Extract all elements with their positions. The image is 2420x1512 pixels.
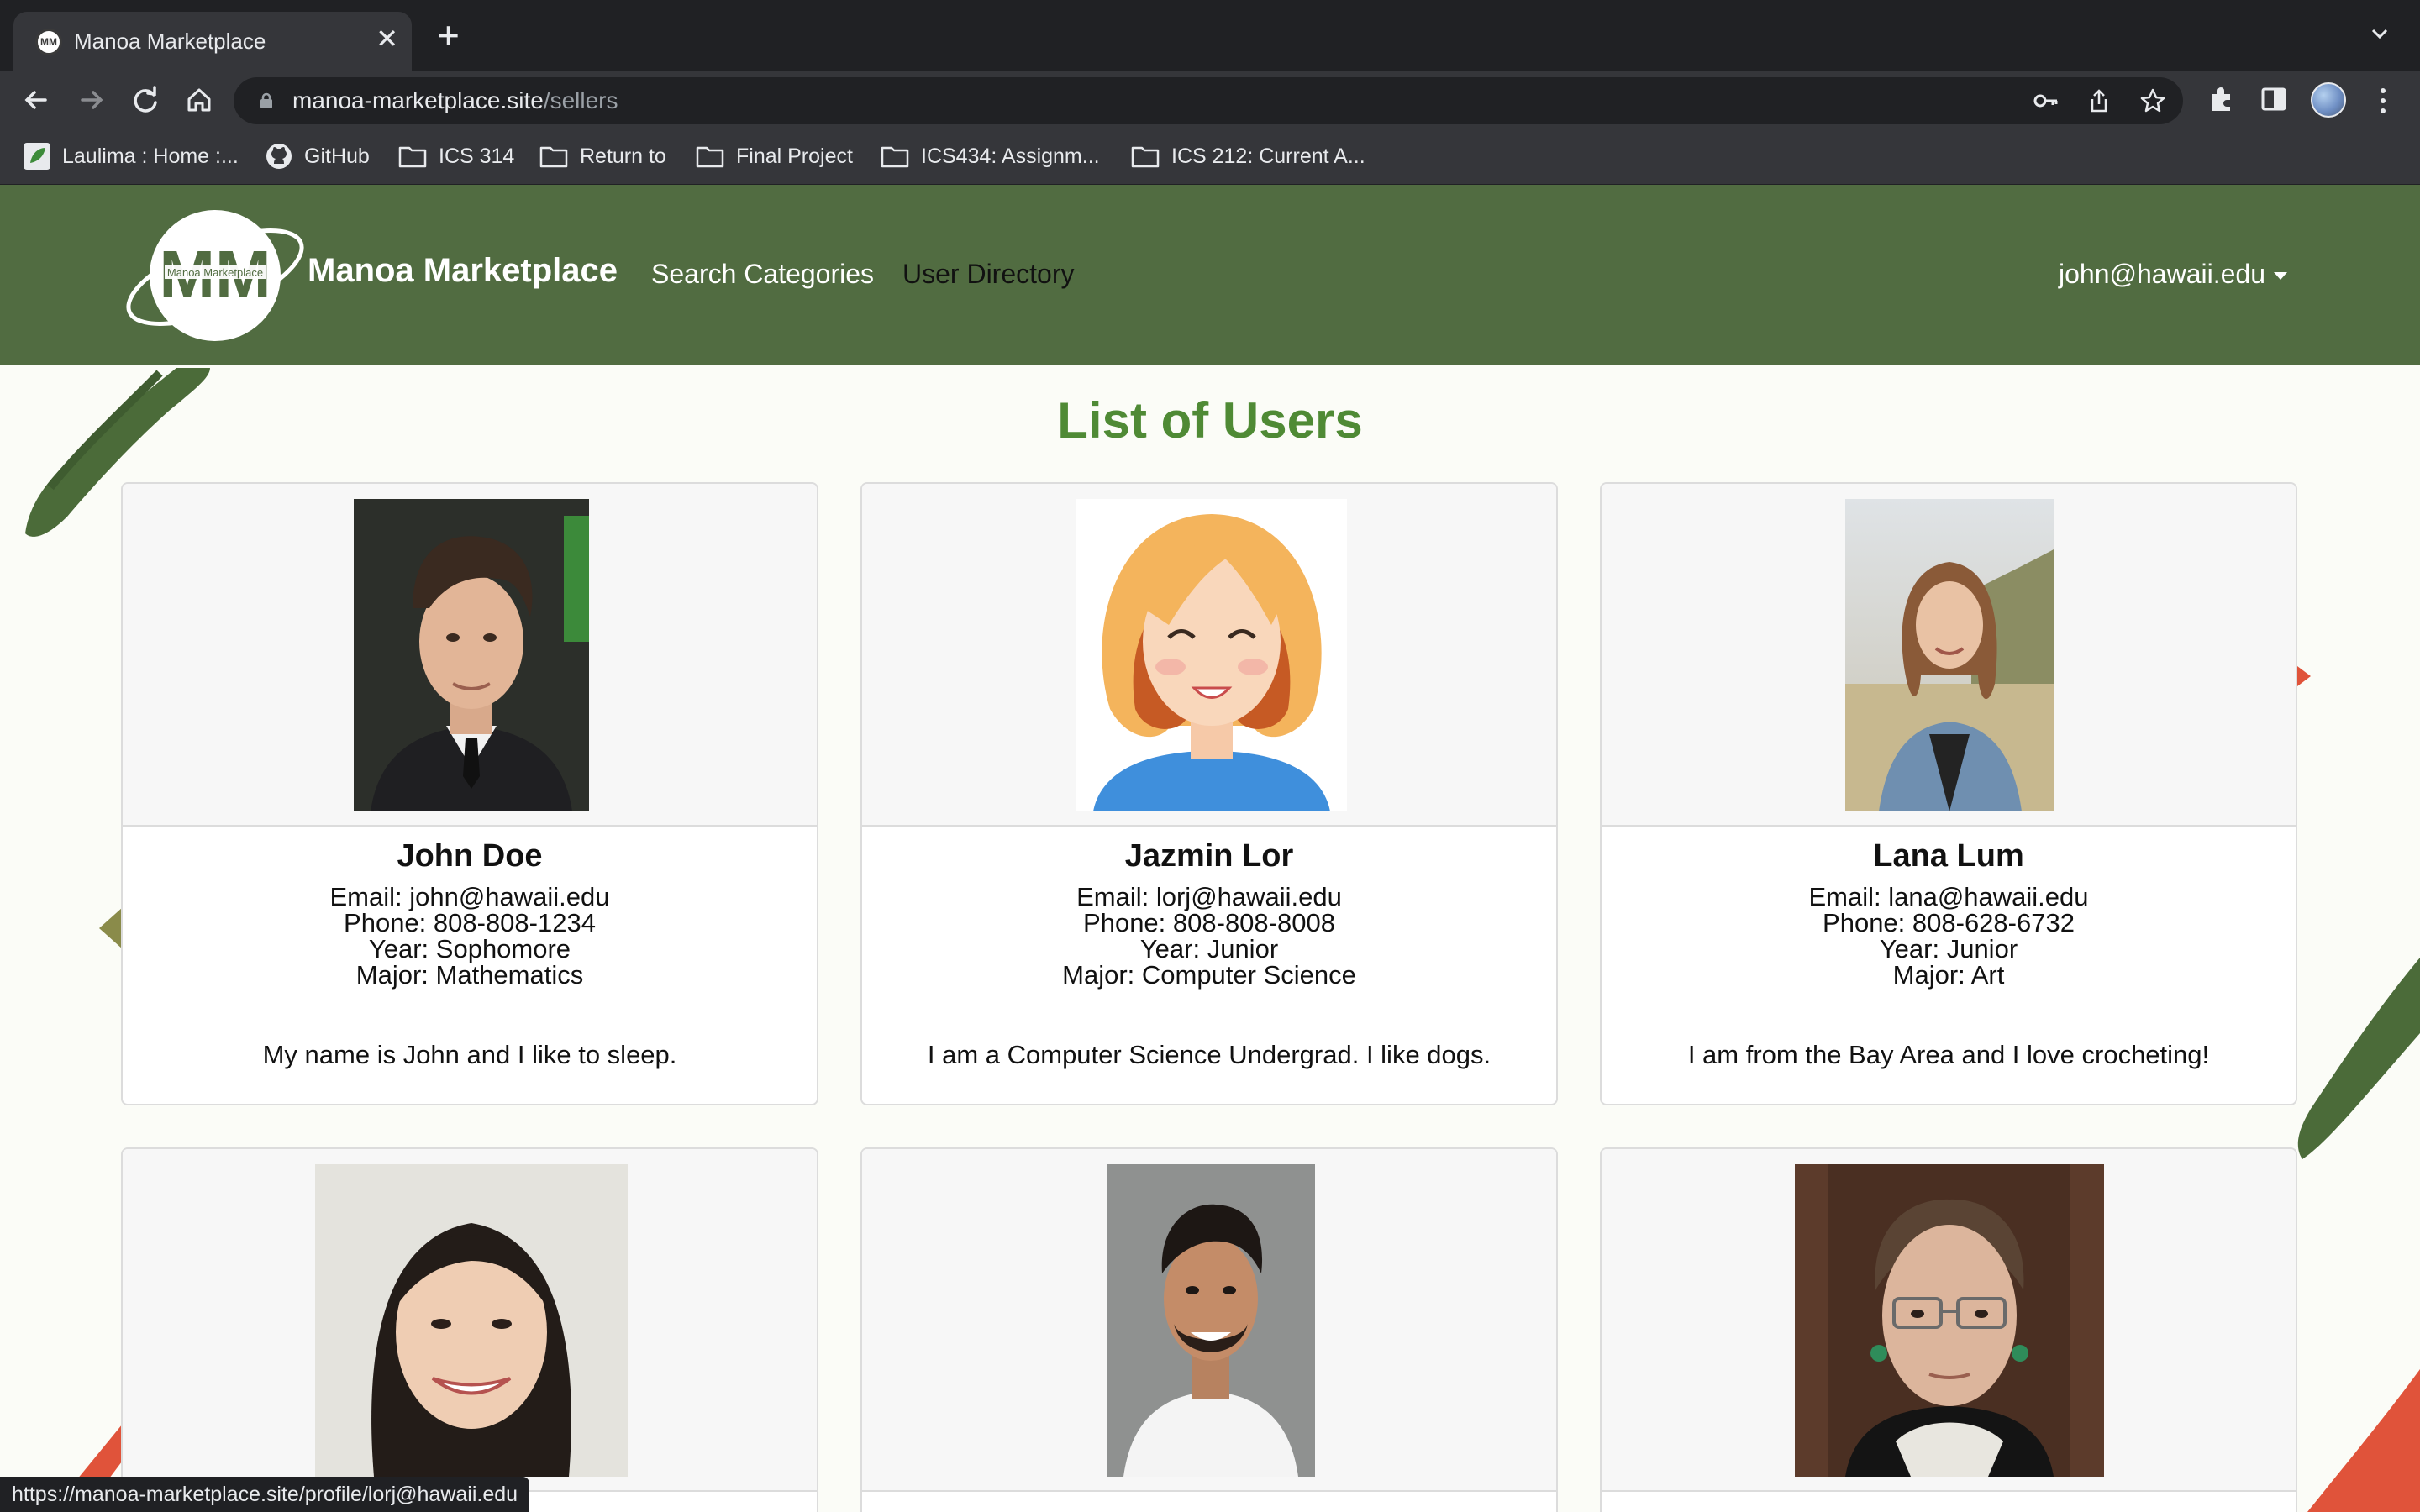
profile-avatar[interactable] <box>2311 82 2346 118</box>
share-icon[interactable] <box>2084 86 2114 116</box>
user-card[interactable]: Lana Lum Email: lana@hawaii.edu Phone: 8… <box>1600 482 2297 1105</box>
user-major: Major: Art <box>1892 960 2005 990</box>
new-tab-icon[interactable]: + <box>437 16 460 55</box>
user-name: John Doe <box>397 838 543 874</box>
user-email: Email: lorj@hawaii.edu <box>1076 882 1342 911</box>
paint-stroke-decoration <box>2307 1369 2420 1512</box>
older-woman-photo <box>1795 1164 2104 1477</box>
bookmark-laulima[interactable]: Laulima : Home :... <box>24 141 239 171</box>
back-arrow-icon[interactable] <box>17 81 55 119</box>
bookmark-github[interactable]: GitHub <box>266 141 370 171</box>
user-dropdown[interactable]: john@hawaii.edu <box>2059 259 2287 290</box>
card-image-area <box>1602 1149 2296 1492</box>
browser-tab-strip: Manoa Marketplace ✕ + <box>0 0 2420 71</box>
laulima-icon <box>24 143 50 170</box>
browser-tab[interactable]: Manoa Marketplace ✕ <box>13 12 412 71</box>
user-bio: I am a Computer Science Undergrad. I lik… <box>927 1040 1491 1069</box>
folder-icon <box>398 146 427 168</box>
brand-title[interactable]: Manoa Marketplace <box>308 252 618 290</box>
user-card[interactable] <box>860 1147 1558 1512</box>
user-details: Email: lana@hawaii.edu Phone: 808-628-67… <box>1602 884 2296 988</box>
bookmark-folder-final-project[interactable]: Final Project <box>696 141 853 171</box>
user-details: Email: john@hawaii.edu Phone: 808-808-12… <box>123 884 817 988</box>
address-bar[interactable]: manoa-marketplace.site/sellers <box>234 77 2183 124</box>
paint-stroke-decoration <box>99 907 123 949</box>
user-phone: Phone: 808-628-6732 <box>1823 908 2075 937</box>
reload-icon[interactable] <box>126 81 165 119</box>
user-year: Year: Junior <box>1139 934 1279 963</box>
link-status-bar: https://manoa-marketplace.site/profile/l… <box>0 1477 530 1512</box>
key-icon[interactable] <box>2030 86 2060 116</box>
user-email: Email: lana@hawaii.edu <box>1808 882 2089 911</box>
manoa-marketplace-logo[interactable]: MM Manoa Marketplace <box>123 208 308 351</box>
lock-icon[interactable] <box>259 92 274 109</box>
nav-user-directory[interactable]: User Directory <box>902 259 1074 290</box>
more-menu-icon[interactable] <box>2375 86 2391 116</box>
github-icon <box>266 144 292 169</box>
card-image-area <box>123 1149 817 1492</box>
man-in-suit-photo <box>354 499 589 811</box>
user-name: Jazmin Lor <box>1124 838 1294 874</box>
folder-icon <box>539 146 568 168</box>
folder-icon <box>1131 146 1160 168</box>
bookmark-folder-ics434[interactable]: ICS434: Assignm... <box>881 141 1100 171</box>
user-card[interactable] <box>121 1147 818 1512</box>
card-image-area <box>123 484 817 827</box>
browser-toolbar: manoa-marketplace.site/sellers <box>0 71 2420 129</box>
url-text: manoa-marketplace.site/sellers <box>292 87 618 113</box>
logo-caption: Manoa Marketplace <box>167 266 263 279</box>
bookmark-star-icon[interactable] <box>2138 86 2168 116</box>
extensions-puzzle-icon[interactable] <box>2205 82 2238 116</box>
paint-stroke-decoration <box>2297 958 2420 1159</box>
user-card[interactable]: Jazmin Lor Email: lorj@hawaii.edu Phone:… <box>860 482 1558 1105</box>
user-card[interactable]: John Doe Email: john@hawaii.edu Phone: 8… <box>121 482 818 1105</box>
close-tab-icon[interactable]: ✕ <box>376 24 398 54</box>
bookmark-folder-ics314[interactable]: ICS 314 <box>398 141 514 171</box>
smiling-woman-photo <box>315 1164 628 1477</box>
woman-in-field-photo <box>1845 499 2054 811</box>
page-title: List of Users <box>1057 392 1363 449</box>
user-major: Major: Mathematics <box>355 960 584 990</box>
folder-icon <box>696 146 724 168</box>
nav-search-categories[interactable]: Search Categories <box>651 259 874 290</box>
folder-icon <box>881 146 909 168</box>
bookmark-folder-ics212[interactable]: ICS 212: Current A... <box>1131 141 1365 171</box>
user-email: Email: john@hawaii.edu <box>329 882 610 911</box>
user-year: Year: Sophomore <box>368 934 571 963</box>
site-favicon-icon <box>35 29 62 55</box>
card-image-area <box>1602 484 2296 827</box>
site-navbar: MM Manoa Marketplace Manoa Marketplace S… <box>0 185 2420 365</box>
user-card[interactable] <box>1600 1147 2297 1512</box>
user-major: Major: Computer Science <box>1062 960 1356 990</box>
tab-search-chevron-icon[interactable] <box>2365 18 2395 49</box>
forward-arrow-icon[interactable] <box>72 81 111 119</box>
user-phone: Phone: 808-808-8008 <box>1083 908 1335 937</box>
bookmark-folder-return-to[interactable]: Return to <box>539 141 666 171</box>
caret-down-icon <box>2273 272 2287 281</box>
home-icon[interactable] <box>180 81 218 119</box>
tab-title: Manoa Marketplace <box>74 29 266 54</box>
user-year: Year: Junior <box>1879 934 2018 963</box>
cartoon-woman-avatar <box>1076 499 1347 811</box>
card-image-area <box>862 484 1556 827</box>
user-phone: Phone: 808-808-1234 <box>344 908 596 937</box>
side-panel-icon[interactable] <box>2257 82 2291 116</box>
smiling-man-photo <box>1107 1164 1315 1477</box>
card-image-area <box>862 1149 1556 1492</box>
user-details: Email: lorj@hawaii.edu Phone: 808-808-80… <box>862 884 1556 988</box>
bookmarks-bar: Laulima : Home :... GitHub ICS 314 Retur… <box>0 129 2420 185</box>
user-bio: My name is John and I like to sleep. <box>262 1040 677 1069</box>
user-name: Lana Lum <box>1873 838 2024 874</box>
user-bio: I am from the Bay Area and I love croche… <box>1687 1040 2210 1069</box>
